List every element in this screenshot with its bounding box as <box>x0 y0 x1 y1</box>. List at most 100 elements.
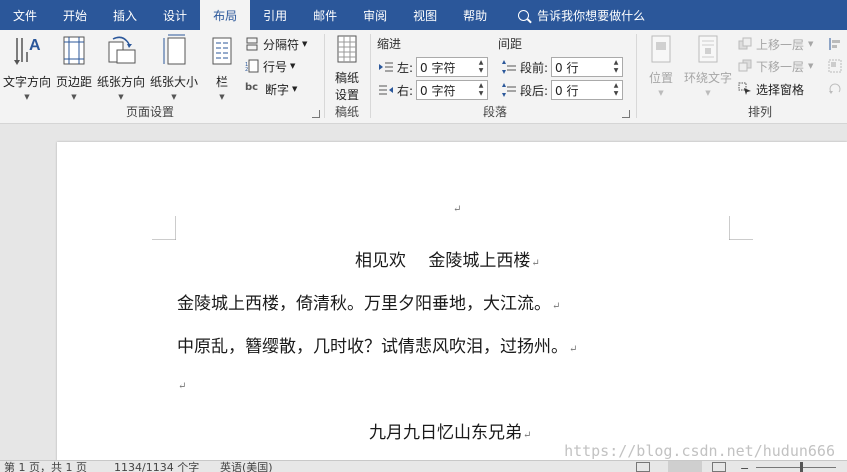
status-language[interactable]: 英语(美国) <box>220 461 273 472</box>
tab-design[interactable]: 设计 <box>150 0 200 30</box>
tab-home[interactable]: 开始 <box>50 0 100 30</box>
zoom-slider-thumb[interactable] <box>800 462 803 472</box>
chevron-down-icon: ▼ <box>171 93 177 101</box>
web-layout-icon[interactable] <box>712 462 726 472</box>
paragraph-mark: ↵ <box>453 204 462 215</box>
rotate-button[interactable] <box>828 79 846 99</box>
poem-title[interactable]: 相见欢 金陵城上西楼↵ <box>355 246 540 271</box>
tab-review[interactable]: 审阅 <box>350 0 400 30</box>
columns-button[interactable]: 栏 ▼ <box>204 34 240 101</box>
search-icon <box>518 9 530 21</box>
tell-me-search[interactable]: 告诉我你想要做什么 <box>500 0 645 30</box>
paragraph-launcher-icon[interactable] <box>622 110 630 118</box>
text-direction-button[interactable]: A 文字方向 ▼ <box>2 34 52 101</box>
tab-insert[interactable]: 插入 <box>100 0 150 30</box>
manuscript-group-label: 稿纸 <box>334 105 359 119</box>
spacing-after-value: 0 行 <box>555 83 579 98</box>
breaks-icon <box>246 37 258 51</box>
zoom-out-icon[interactable]: − <box>740 462 749 472</box>
manuscript-settings-button[interactable]: 稿纸 设置 <box>330 34 364 103</box>
group-separator <box>636 34 637 118</box>
svg-text:A: A <box>29 37 41 54</box>
text-direction-icon: A <box>14 37 41 65</box>
spinner-arrows-icon[interactable]: ▲ ▼ <box>476 82 486 98</box>
size-label: 纸张大小 <box>149 75 198 89</box>
chevron-down-icon: ▼ <box>808 62 814 70</box>
document-area[interactable]: ↵ 相见欢 金陵城上西楼↵ 金陵城上西楼，倚清秋。万里夕阳垂地，大江流。↵ 中原… <box>0 124 847 460</box>
document-page[interactable]: ↵ 相见欢 金陵城上西楼↵ 金陵城上西楼，倚清秋。万里夕阳垂地，大江流。↵ 中原… <box>57 142 847 460</box>
tab-references[interactable]: 引用 <box>250 0 300 30</box>
orientation-icon <box>108 36 136 64</box>
poem-subtitle[interactable]: 九月九日忆山东兄弟↵ <box>369 418 531 443</box>
paragraph-mark: ↵ <box>569 344 578 355</box>
chevron-down-icon: ▼ <box>808 40 814 48</box>
chevron-down-icon: ▼ <box>292 85 298 93</box>
hyphenation-button[interactable]: bc 断字 ▼ <box>245 79 297 99</box>
size-button[interactable]: 纸张大小 ▼ <box>148 34 200 101</box>
line-numbers-button[interactable]: 12 行号 ▼ <box>245 56 295 76</box>
indent-left-icon <box>379 62 393 72</box>
spacing-before-input[interactable]: 0 行 ▲ ▼ <box>551 57 624 77</box>
text-direction-label: 文字方向 <box>2 75 51 89</box>
columns-label: 栏 <box>215 75 228 89</box>
hyphenation-icon: bc <box>245 82 259 93</box>
tab-view[interactable]: 视图 <box>400 0 450 30</box>
tab-file[interactable]: 文件 <box>0 0 50 30</box>
position-icon <box>651 35 671 63</box>
chevron-down-icon: ▼ <box>302 40 308 48</box>
page-setup-launcher-icon[interactable] <box>312 110 320 118</box>
tab-help[interactable]: 帮助 <box>450 0 500 30</box>
status-page-count[interactable]: 第 1 页，共 1 页 <box>4 461 87 472</box>
orientation-label: 纸张方向 <box>96 75 145 89</box>
poem-line-1[interactable]: 金陵城上西楼，倚清秋。万里夕阳垂地，大江流。↵ <box>177 289 560 314</box>
ribbon-tab-bar: 文件 开始 插入 设计 布局 引用 邮件 审阅 视图 帮助 告诉我你想要做什么 <box>0 0 847 30</box>
margins-icon <box>63 36 85 65</box>
selection-pane-button[interactable]: 选择窗格 <box>738 79 804 99</box>
indent-heading: 缩进 <box>377 37 402 51</box>
send-backward-label: 下移一层 <box>756 59 805 74</box>
spinner-arrows-icon[interactable]: ▲ ▼ <box>476 59 486 75</box>
empty-paragraph[interactable]: ↵ <box>452 197 461 217</box>
spinner-arrows-icon[interactable]: ▲ ▼ <box>611 82 621 98</box>
tab-layout[interactable]: 布局 <box>200 0 251 30</box>
print-layout-icon[interactable] <box>668 461 702 472</box>
tell-me-text: 告诉我你想要做什么 <box>537 8 646 23</box>
spacing-after-input[interactable]: 0 行 ▲ ▼ <box>551 80 624 100</box>
bring-forward-button[interactable]: 上移一层 ▼ <box>738 34 813 54</box>
align-button[interactable] <box>828 34 846 54</box>
wrap-text-button[interactable]: 环绕文字 ▼ <box>682 34 734 97</box>
spinner-arrows-icon[interactable]: ▲ ▼ <box>611 59 621 75</box>
breaks-button[interactable]: 分隔符 ▼ <box>245 34 307 54</box>
chevron-down-icon: ▼ <box>118 93 124 101</box>
svg-text:2: 2 <box>245 67 248 73</box>
indent-left-label: 左: <box>397 60 414 75</box>
selection-pane-label: 选择窗格 <box>756 82 805 97</box>
group-objects-icon <box>828 59 842 73</box>
indent-left-input[interactable]: 0 字符 ▲ ▼ <box>416 57 489 77</box>
poem-line-2[interactable]: 中原乱，簪缨散，几时收？试倩悲风吹泪，过扬州。↵ <box>177 332 577 357</box>
bring-forward-label: 上移一层 <box>756 37 805 52</box>
empty-paragraph[interactable]: ↵ <box>177 374 186 394</box>
send-backward-button[interactable]: 下移一层 ▼ <box>738 56 813 76</box>
orientation-button[interactable]: 纸张方向 ▼ <box>96 34 146 101</box>
indent-right-input[interactable]: 0 字符 ▲ ▼ <box>416 80 489 100</box>
poem-subtitle-text: 九月九日忆山东兄弟 <box>369 423 522 443</box>
chevron-down-icon: ▼ <box>658 89 664 97</box>
chevron-down-icon: ▼ <box>219 93 225 101</box>
read-mode-icon[interactable] <box>636 462 650 472</box>
zoom-slider[interactable] <box>756 467 836 468</box>
status-word-count[interactable]: 1134/1134 个字 <box>114 461 199 472</box>
chevron-down-icon: ▼ <box>24 93 30 101</box>
ribbon-layout: A 文字方向 ▼ 页边距 ▼ 纸张方向 ▼ 纸张大小 ▼ 栏 ▼ 分隔符 ▼ 1… <box>0 30 847 124</box>
manuscript-label-line2: 设置 <box>334 88 359 102</box>
page-setup-group-label: 页面设置 <box>125 105 174 119</box>
margins-button[interactable]: 页边距 ▼ <box>54 34 94 101</box>
margin-corner-mark <box>152 216 176 240</box>
rotate-icon <box>829 83 841 94</box>
tab-mailings[interactable]: 邮件 <box>300 0 350 30</box>
chevron-down-icon: ▼ <box>290 62 296 70</box>
group-objects-button[interactable] <box>828 56 846 76</box>
position-button[interactable]: 位置 ▼ <box>642 34 680 97</box>
spacing-before-row: 段前: 0 行 ▲ ▼ <box>502 57 624 77</box>
paragraph-group-label: 段落 <box>482 105 507 119</box>
